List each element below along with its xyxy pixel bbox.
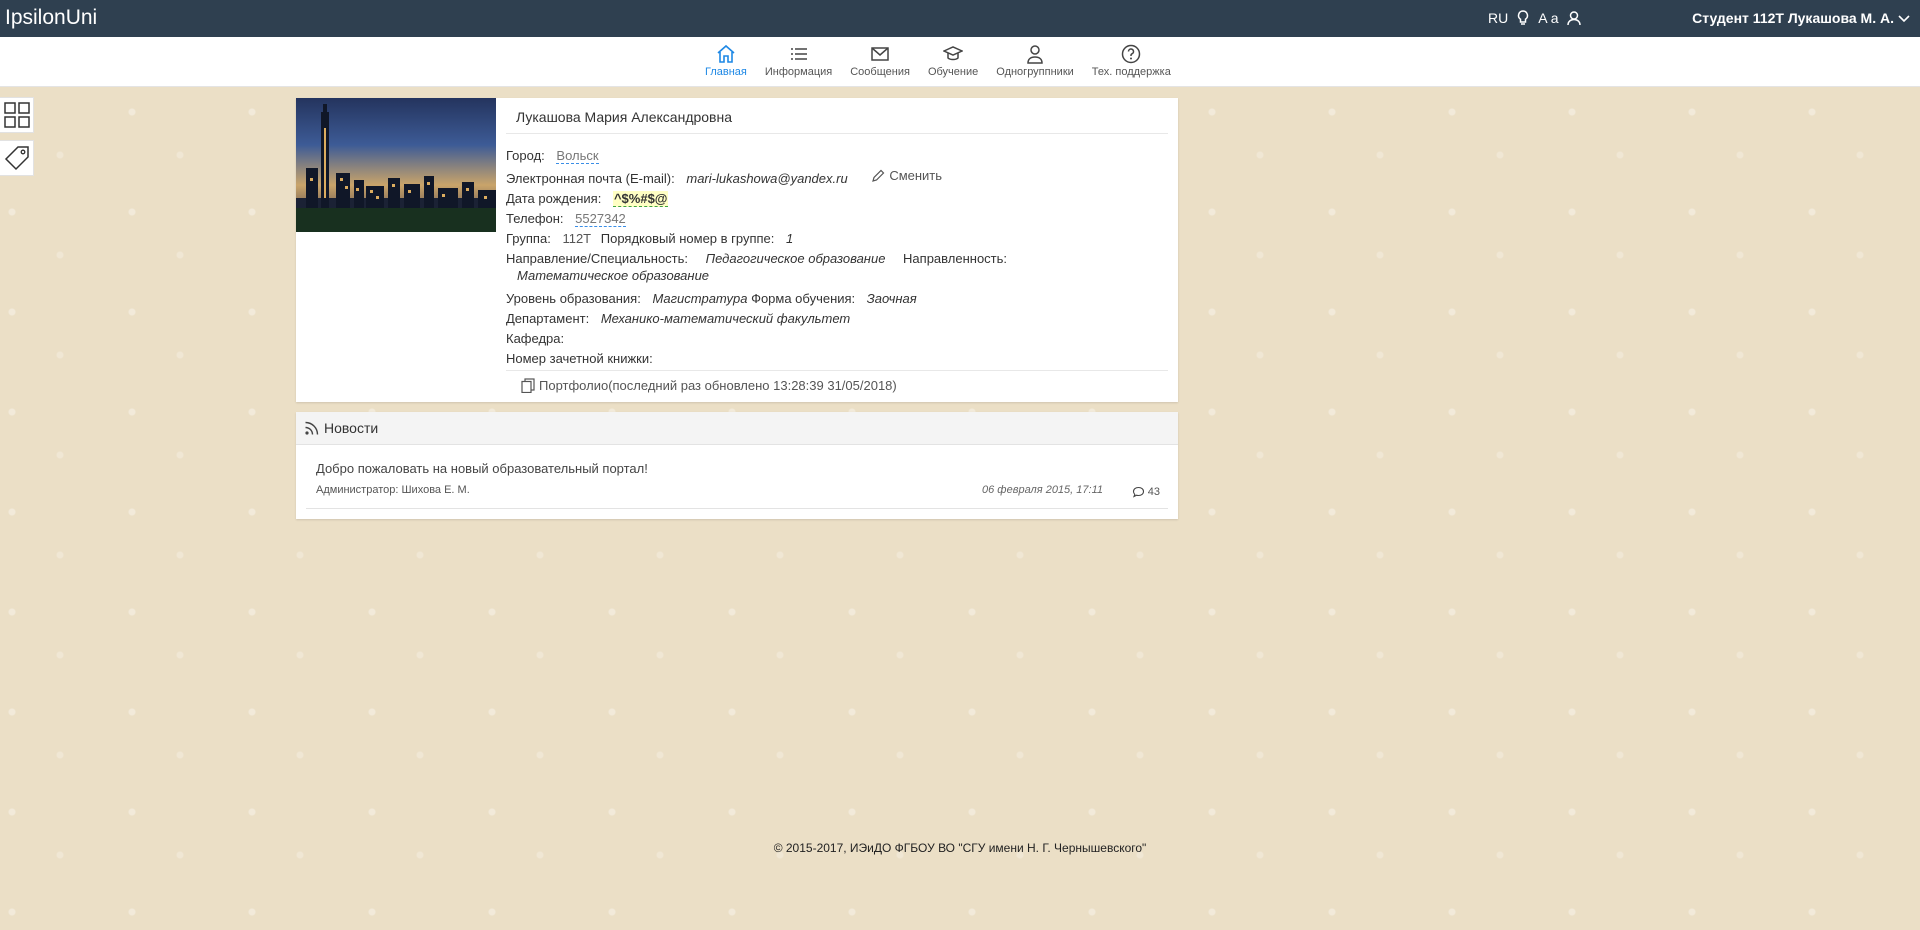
focus-label: Направленность: xyxy=(903,251,1008,266)
language-switch[interactable]: RU xyxy=(1488,10,1508,26)
nav-item-label: Сообщения xyxy=(850,66,910,78)
record-row: Номер зачетной книжки: xyxy=(506,349,1168,369)
focus-row: Математическое образование xyxy=(517,269,1168,282)
nav-item-label: Главная xyxy=(705,66,747,78)
user-label: Студент 112Т Лукашова М. А. xyxy=(1692,10,1894,26)
nav-item-label: Обучение xyxy=(927,66,979,78)
group-label: Группа: xyxy=(506,231,551,246)
birth-value[interactable]: ^$%#$@ xyxy=(612,191,669,207)
help-icon xyxy=(1122,44,1141,64)
comment-count: 43 xyxy=(1147,486,1160,498)
email-row: Электронная почта (E-mail): mari-lukasho… xyxy=(506,166,1168,189)
email-label: Электронная почта (E-mail): xyxy=(506,171,675,186)
chair-label: Кафедра: xyxy=(506,331,565,346)
profile-photo[interactable] xyxy=(296,98,496,232)
phone-row: Телефон: 5527342 xyxy=(506,209,1168,229)
lightbulb-icon[interactable] xyxy=(1516,10,1530,26)
list-icon xyxy=(790,48,807,60)
record-label: Номер зачетной книжки: xyxy=(506,351,653,366)
nav-item-support[interactable]: Тех. поддержка xyxy=(1083,37,1180,87)
grid-icon[interactable] xyxy=(0,97,34,133)
divider xyxy=(506,133,1168,134)
chevron-down-icon xyxy=(1898,10,1910,26)
profile-fields: Город: Вольск Электронная почта (E-mail)… xyxy=(506,146,1168,369)
envelope-icon xyxy=(871,47,889,61)
level-row: Уровень образования: Магистратура Форма … xyxy=(506,289,1168,309)
side-toolbar xyxy=(0,97,34,183)
city-value[interactable]: Вольск xyxy=(556,148,599,164)
dept-row: Департамент: Механико-математический фак… xyxy=(506,309,1168,329)
birth-row: Дата рождения: ^$%#$@ xyxy=(506,189,1168,209)
news-header: Новости xyxy=(296,412,1178,445)
news-card: Новости Добро пожаловать на новый образо… xyxy=(296,412,1178,519)
direction-value: Педагогическое образование xyxy=(705,251,886,266)
nav-item-label: Информация xyxy=(764,66,833,78)
nav-item-home[interactable]: Главная xyxy=(696,37,756,87)
form-label: Форма обучения: xyxy=(751,291,856,306)
profile-icon[interactable] xyxy=(1566,10,1582,26)
divider xyxy=(506,370,1168,371)
users-icon xyxy=(1027,45,1043,64)
phone-value[interactable]: 5527342 xyxy=(575,211,626,227)
main-nav: Главная Информация Сообщения Обучение Од… xyxy=(0,37,1920,87)
news-item[interactable]: Добро пожаловать на новый образовательны… xyxy=(316,461,1163,500)
city-label: Город: xyxy=(506,148,545,163)
profile-card: Лукашова Мария Александровна Город: Воль… xyxy=(296,98,1178,402)
nav-item-classmates[interactable]: Одногруппники xyxy=(987,37,1083,87)
pencil-icon xyxy=(872,169,885,182)
dept-label: Департамент: xyxy=(506,311,590,326)
portfolio-label: Портфолио(последний раз обновлено 13:28:… xyxy=(539,378,897,393)
direction-label: Направление/Специальность: xyxy=(506,251,689,266)
nav-item-messages[interactable]: Сообщения xyxy=(841,37,919,87)
nav-item-label: Тех. поддержка xyxy=(1091,66,1171,78)
top-tools: RU A a xyxy=(1488,10,1582,26)
document-copy-icon xyxy=(521,378,535,393)
order-value: 1 xyxy=(786,231,794,246)
chair-row: Кафедра: xyxy=(506,329,1168,349)
email-value: mari-lukashowa@yandex.ru xyxy=(686,171,848,186)
group-row: Группа: 112Т Порядковый номер в группе: … xyxy=(506,229,1168,249)
news-item-title[interactable]: Добро пожаловать на новый образовательны… xyxy=(316,461,1163,476)
news-item-comments[interactable]: 43 xyxy=(1132,486,1160,498)
font-size-toggle[interactable]: A a xyxy=(1538,10,1558,26)
footer-copyright: © 2015-2017, ИЭиДО ФГБОУ ВО "СГУ имени Н… xyxy=(773,841,1147,855)
city-row: Город: Вольск xyxy=(506,146,1168,166)
news-item-date: 06 февраля 2015, 17:11 xyxy=(981,484,1103,496)
direction-row: Направление/Специальность: Педагогическо… xyxy=(506,249,1168,269)
graduation-cap-icon xyxy=(943,46,964,61)
divider xyxy=(306,508,1168,509)
level-value: Магистратура xyxy=(652,291,748,306)
news-item-meta: Администратор: Шихова Е. М. 06 февраля 2… xyxy=(316,484,1163,500)
level-label: Уровень образования: xyxy=(506,291,641,306)
form-value: Заочная xyxy=(866,291,917,306)
nav-item-label: Одногруппники xyxy=(996,66,1074,78)
phone-label: Телефон: xyxy=(506,211,564,226)
home-icon xyxy=(717,44,735,63)
rss-icon xyxy=(305,421,319,435)
birth-label: Дата рождения: xyxy=(506,191,602,206)
group-value: 112Т xyxy=(562,231,592,246)
news-item-author: Администратор: Шихова Е. М. xyxy=(316,484,470,496)
brand-logo[interactable]: IpsilonUni xyxy=(5,6,97,30)
comment-icon xyxy=(1132,486,1144,498)
user-menu[interactable]: Студент 112Т Лукашова М. А. xyxy=(1692,10,1910,26)
profile-full-name: Лукашова Мария Александровна xyxy=(516,109,733,125)
order-label: Порядковый номер в группе: xyxy=(600,231,775,246)
focus-value: Математическое образование xyxy=(517,268,710,283)
change-email-button[interactable]: Сменить xyxy=(871,166,942,186)
tag-icon[interactable] xyxy=(0,140,34,176)
news-title-label: Новости xyxy=(324,420,379,436)
dept-value: Механико-математический факультет xyxy=(600,311,851,326)
portfolio-link[interactable]: Портфолио(последний раз обновлено 13:28:… xyxy=(521,378,897,393)
nav-item-learning[interactable]: Обучение xyxy=(919,37,987,87)
change-label: Сменить xyxy=(889,168,943,183)
top-bar: IpsilonUni RU A a Студент 112Т Лукашова … xyxy=(0,0,1920,37)
nav-item-info[interactable]: Информация xyxy=(756,37,841,87)
